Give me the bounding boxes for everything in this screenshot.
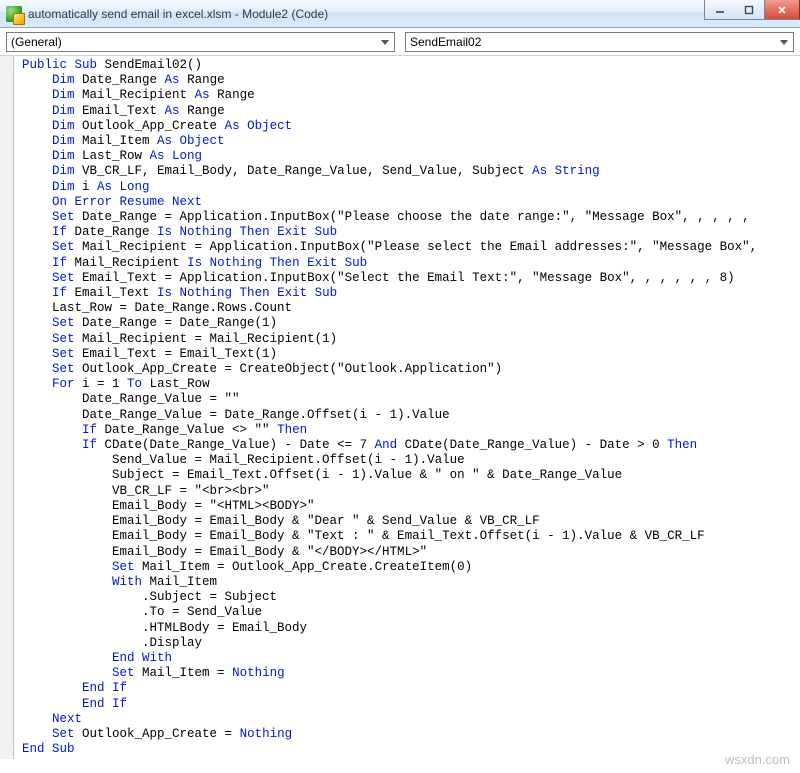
dropdown-bar: (General) SendEmail02 xyxy=(0,28,800,56)
procedure-dropdown[interactable]: SendEmail02 xyxy=(405,32,794,52)
margin-indicator-bar[interactable] xyxy=(0,56,14,759)
minimize-button[interactable] xyxy=(704,0,734,20)
window-controls xyxy=(704,0,800,20)
object-dropdown[interactable]: (General) xyxy=(6,32,395,52)
maximize-button[interactable] xyxy=(734,0,764,20)
watermark: wsxdn.com xyxy=(725,752,790,767)
vba-icon xyxy=(6,6,22,22)
title-bar[interactable]: automatically send email in excel.xlsm -… xyxy=(0,0,800,28)
code-area: Public Sub SendEmail02() Dim Date_Range … xyxy=(0,56,800,759)
close-button[interactable] xyxy=(764,0,800,20)
window-title: automatically send email in excel.xlsm -… xyxy=(28,7,328,21)
procedure-dropdown-value: SendEmail02 xyxy=(410,35,481,49)
object-dropdown-value: (General) xyxy=(11,35,62,49)
code-editor[interactable]: Public Sub SendEmail02() Dim Date_Range … xyxy=(14,56,757,759)
